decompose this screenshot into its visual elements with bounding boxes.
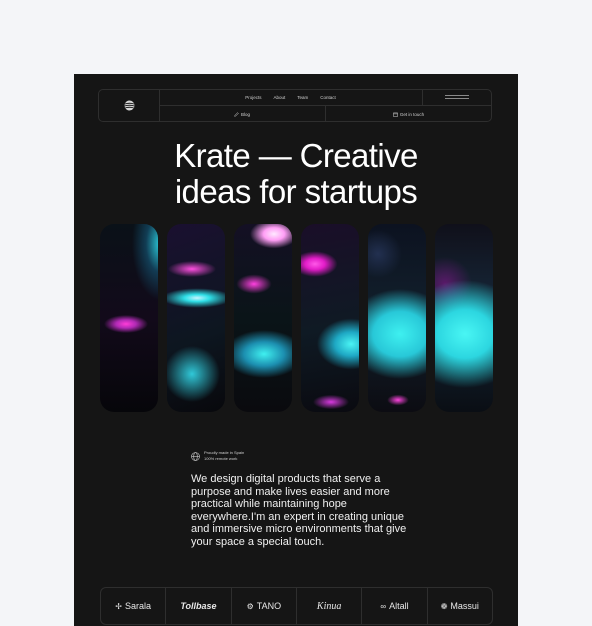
brand-logos: ✢ Sarala Tollbase ⚙ TANO Kinua ∞ Altall ❁ Ma… <box>100 587 493 625</box>
nav-divider <box>422 90 423 105</box>
brand-name: Altall <box>389 601 409 611</box>
badge-line-2: 100% remote work <box>204 456 238 461</box>
nav-link-projects[interactable]: Projects <box>245 95 261 100</box>
abstract-image-strip <box>435 224 493 412</box>
location-badge: Proudly made in Spain 100% remote work <box>191 450 244 462</box>
navbar: Projects About Team Contact Blog Get in … <box>98 89 492 122</box>
site-preview: Projects About Team Contact Blog Get in … <box>74 74 518 626</box>
brand-tollbase: Tollbase <box>166 588 232 624</box>
loop-icon: ∞ <box>380 601 387 611</box>
blog-label: Blog <box>240 111 250 117</box>
hero-title-line-1: Krate — Creative <box>174 137 418 174</box>
gear-icon: ⚙ <box>246 601 254 611</box>
globe-icon <box>191 451 200 461</box>
brand-name: Sarala <box>125 601 152 611</box>
brand-sarala: ✢ Sarala <box>101 588 167 624</box>
hero-title: Krate — Creative ideas for startups <box>74 138 518 210</box>
abstract-image-strip <box>167 224 225 412</box>
logo-globe-icon <box>123 100 135 111</box>
pencil-icon <box>234 111 239 117</box>
menu-icon[interactable] <box>445 95 469 99</box>
abstract-image-strip <box>234 224 292 412</box>
brand-name: Tollbase <box>180 601 217 611</box>
abstract-image-strip <box>368 224 426 412</box>
sparkle-icon: ✢ <box>115 601 122 611</box>
brand-kinua: Kinua <box>297 588 363 624</box>
brand-name: Kinua <box>316 600 342 612</box>
nav-link-team[interactable]: Team <box>297 95 308 100</box>
brand-tano: ⚙ TANO <box>232 588 297 624</box>
nav-links: Projects About Team Contact <box>159 90 422 105</box>
get-in-touch-label: Get in touch <box>399 111 425 117</box>
abstract-image-strip <box>301 224 359 412</box>
hero-title-line-2: ideas for startups <box>174 173 418 210</box>
description: We design digital products that serve a … <box>191 473 407 548</box>
abstract-image-strip <box>100 224 158 412</box>
nav-link-contact[interactable]: Contact <box>320 95 336 100</box>
brand-name: Massui <box>450 601 479 611</box>
brand-altall: ∞ Altall <box>362 588 428 624</box>
blog-link[interactable]: Blog <box>159 106 325 122</box>
get-in-touch-link[interactable]: Get in touch <box>326 106 491 122</box>
badge-text: Proudly made in Spain 100% remote work <box>204 450 244 462</box>
brand-massui: ❁ Massui <box>428 588 492 624</box>
brand-name: TANO <box>256 601 282 611</box>
logo[interactable] <box>99 90 160 121</box>
flower-icon: ❁ <box>440 601 448 611</box>
hero-image-strips <box>100 224 494 412</box>
calendar-icon <box>393 112 398 117</box>
nav-link-about[interactable]: About <box>273 95 285 100</box>
